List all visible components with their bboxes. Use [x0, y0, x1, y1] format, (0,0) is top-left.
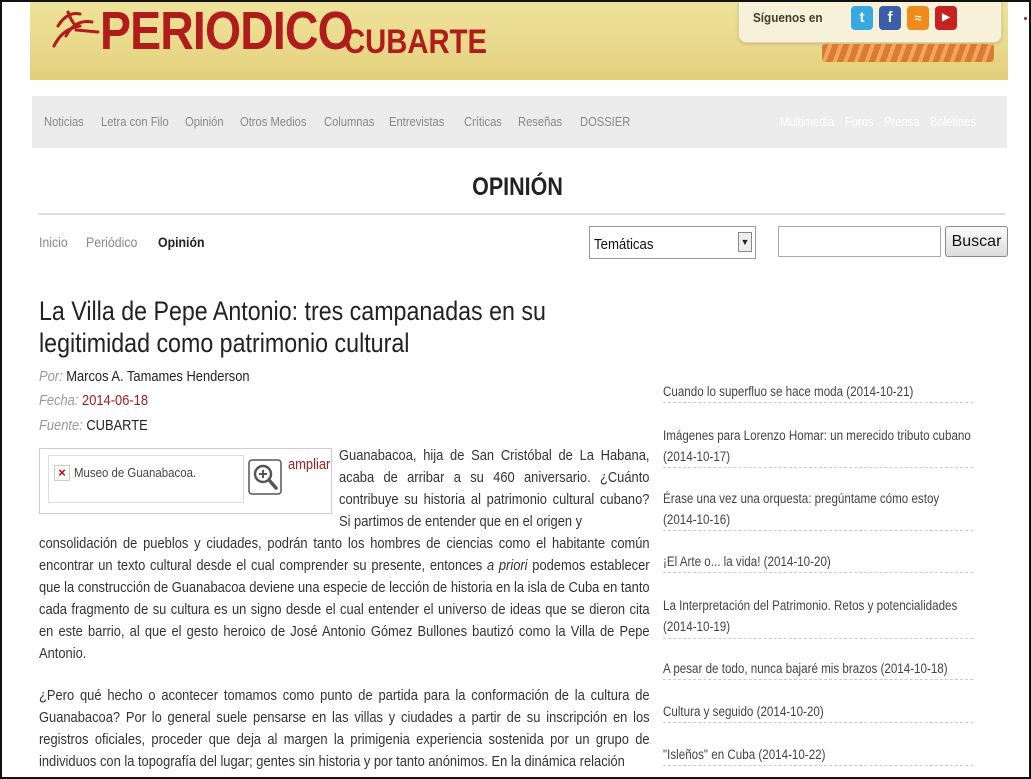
- facebook-icon[interactable]: f: [879, 6, 901, 30]
- date-label: Fecha:: [39, 392, 79, 409]
- article-paragraph-wrap: Guanabacoa, hija de San Cristóbal de La …: [339, 447, 650, 530]
- sidebar-article[interactable]: Cuando lo superfluo se hace moda (2014-1…: [663, 381, 973, 402]
- paragraph-1-italic: a priori: [486, 557, 528, 574]
- article-date-line: Fecha: 2014-06-18: [39, 392, 148, 409]
- breadcrumb-inicio[interactable]: Inicio: [39, 234, 68, 250]
- sidebar-separator: [663, 530, 973, 531]
- ampliar-link[interactable]: ampliar: [288, 456, 330, 473]
- sidebar-article[interactable]: "Isleños" en Cuba (2014-10-22): [663, 744, 973, 765]
- nav-resenas[interactable]: Reseñas: [518, 114, 562, 129]
- sidebar-separator: [663, 679, 973, 680]
- nav-letra-con-filo[interactable]: Letra con Filo: [101, 114, 169, 129]
- sidebar-article[interactable]: La Interpretación del Patrimonio. Retos …: [663, 595, 973, 637]
- follow-label: Síguenos en: [753, 10, 823, 25]
- divider: [38, 213, 1005, 215]
- nav-otros-medios[interactable]: Otros Medios: [240, 114, 306, 129]
- author-label: Por:: [39, 368, 63, 385]
- nav-prensa[interactable]: Prensa: [884, 114, 919, 129]
- sidebar-separator: [663, 572, 973, 573]
- nav-opinion[interactable]: Opinión: [185, 114, 224, 129]
- author-name: Marcos A. Tamames Henderson: [66, 368, 250, 385]
- breadcrumb-opinion: Opinión: [158, 234, 205, 250]
- broken-image-icon: ×: [54, 465, 70, 481]
- article-source: CUBARTE: [86, 417, 148, 434]
- sidebar-article[interactable]: Érase una vez una orquesta: pregúntame c…: [663, 488, 973, 530]
- sidebar-article[interactable]: A pesar de todo, nunca bajaré mis brazos…: [663, 658, 973, 679]
- broken-image: × Museo de Guanabacoa.: [48, 455, 244, 503]
- sidebar-separator: [663, 765, 973, 766]
- zoom-icon[interactable]: [248, 459, 282, 495]
- decorative-dot: [1024, 17, 1027, 20]
- tematicas-select[interactable]: Temáticas ▼: [589, 226, 756, 259]
- sidebar-separator: [663, 638, 973, 639]
- decorative-stripes: [822, 44, 994, 62]
- section-title: OPINIÓN: [472, 173, 563, 201]
- sidebar-separator: [663, 722, 973, 723]
- nav-multimedia[interactable]: Multimedia: [780, 114, 834, 129]
- main-nav: Noticias Letra con Filo Opinión Otros Me…: [32, 96, 1007, 148]
- search-button[interactable]: Buscar: [945, 226, 1008, 257]
- twitter-icon[interactable]: t: [851, 6, 873, 30]
- nav-dossier[interactable]: DOSSIER: [580, 114, 630, 129]
- logo-title[interactable]: PERIODICO: [100, 2, 354, 66]
- nav-entrevistas[interactable]: Entrevistas: [389, 114, 444, 129]
- article-paragraph-2: ¿Pero qué hecho o acontecer tomamos como…: [39, 687, 650, 770]
- sidebar-separator: [663, 402, 973, 403]
- search-input[interactable]: [778, 226, 941, 257]
- nav-boletines[interactable]: Boletines: [930, 114, 976, 129]
- rss-icon[interactable]: ≈: [907, 6, 929, 30]
- nav-foros[interactable]: Foros: [845, 114, 874, 129]
- article-title: La Villa de Pepe Antonio: tres campanada…: [39, 296, 546, 358]
- sidebar-article[interactable]: Cultura y seguido (2014-10-20): [663, 701, 973, 722]
- site-banner: PERIODICO CUBARTE Síguenos en t f ≈ ▶: [30, 2, 1027, 80]
- nav-noticias[interactable]: Noticias: [44, 114, 84, 129]
- article-author-line: Por: Marcos A. Tamames Henderson: [39, 368, 250, 385]
- sidebar-article[interactable]: Imágenes para Lorenzo Homar: un merecido…: [663, 425, 973, 467]
- nav-columnas[interactable]: Columnas: [324, 114, 374, 129]
- image-alt-text: Museo de Guanabacoa.: [74, 465, 197, 480]
- tematicas-value: Temáticas: [594, 236, 654, 253]
- article-date: 2014-06-18: [82, 392, 149, 409]
- logo-subtitle: CUBARTE: [344, 23, 487, 61]
- chevron-down-icon[interactable]: ▼: [738, 232, 752, 252]
- sidebar-separator: [663, 467, 973, 468]
- breadcrumb-periodico[interactable]: Periódico: [86, 234, 137, 250]
- logo-icon: [52, 10, 100, 48]
- page-frame: PERIODICO CUBARTE Síguenos en t f ≈ ▶ No…: [0, 0, 1031, 779]
- article-paragraph-1: consolidación de pueblos y ciudades, pod…: [39, 533, 650, 665]
- article-source-line: Fuente: CUBARTE: [39, 417, 148, 434]
- social-box: Síguenos en t f ≈ ▶: [738, 2, 1002, 43]
- youtube-icon[interactable]: ▶: [935, 6, 957, 30]
- sidebar-article[interactable]: ¡El Arte o... la vida! (2014-10-20): [663, 551, 973, 572]
- nav-criticas[interactable]: Críticas: [464, 114, 502, 129]
- source-label: Fuente:: [39, 417, 83, 434]
